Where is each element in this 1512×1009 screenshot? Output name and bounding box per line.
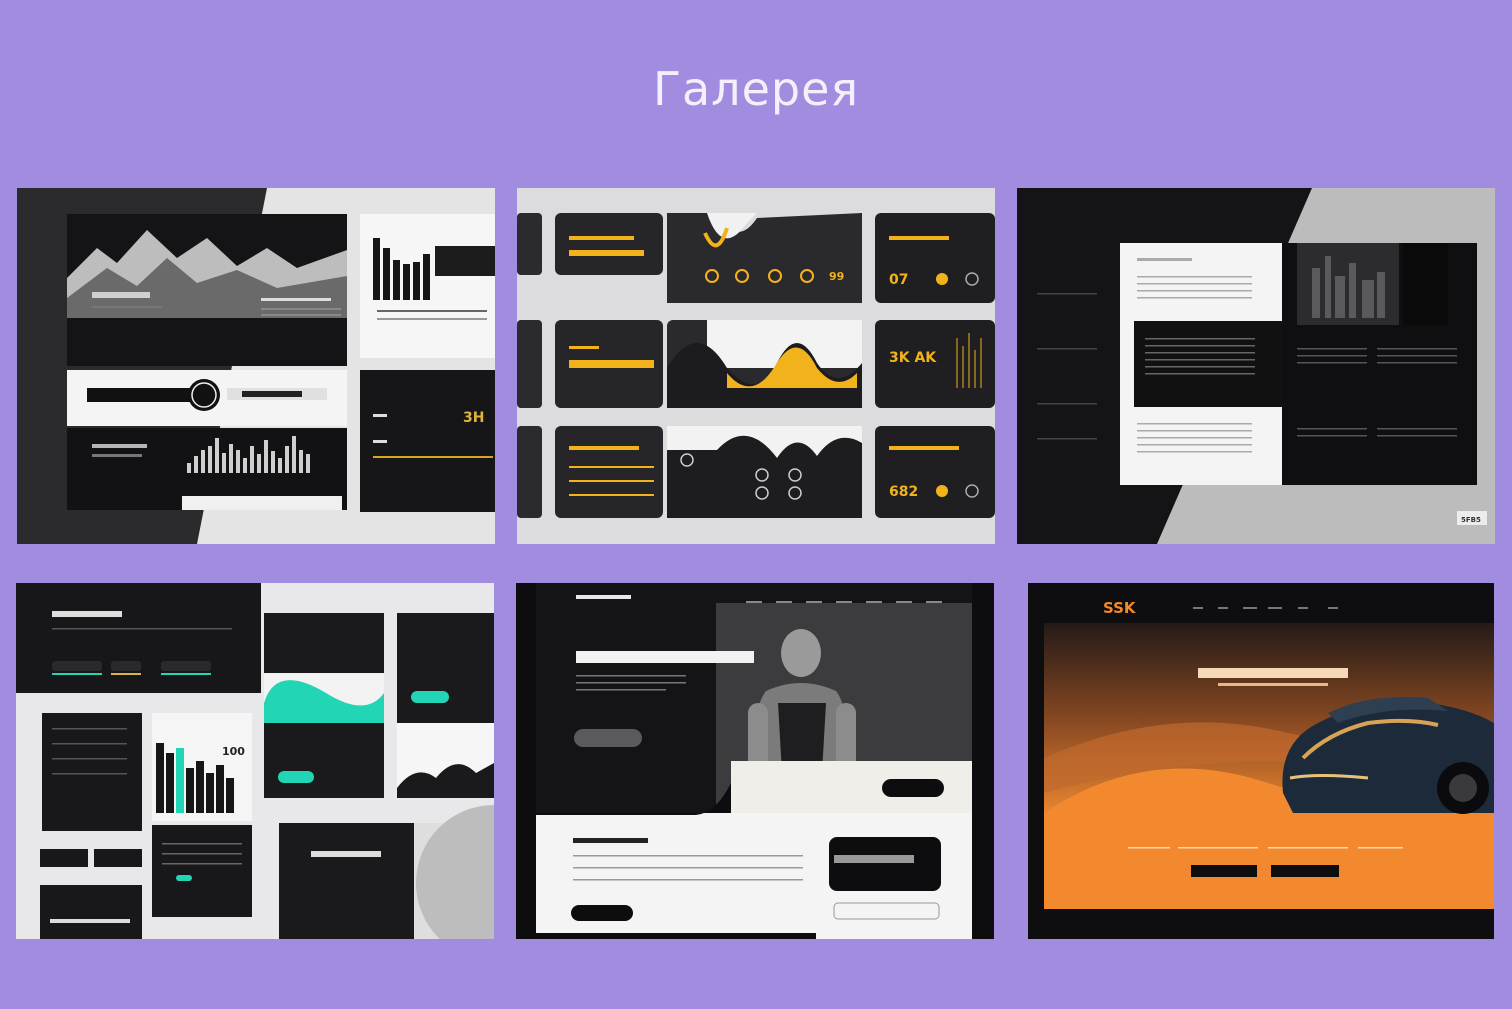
stat-value-2b: 3K AK — [889, 350, 937, 366]
gallery-item-1[interactable]: 3H — [17, 188, 495, 544]
gallery-image-3: 5FB5 — [1017, 188, 1495, 544]
gallery-image-6: SSK — [1028, 583, 1494, 939]
stat-value-1: 3H — [463, 410, 484, 426]
gallery-item-5[interactable] — [516, 583, 994, 939]
gallery-item-4[interactable]: 100 — [16, 583, 494, 939]
stat-value-2d: 99 — [829, 270, 844, 283]
brand-logo: SSK — [1103, 599, 1137, 617]
gallery-image-2: 99 07 3K AK 682 — [517, 188, 995, 544]
gallery-item-2[interactable]: 99 07 3K AK 682 — [517, 188, 995, 544]
page-title: Галерея — [652, 62, 860, 116]
watermark-badge: 5FB5 — [1461, 516, 1481, 524]
gallery-image-1: 3H — [17, 188, 495, 544]
gallery-item-6[interactable]: SSK — [1028, 583, 1494, 939]
stat-value-4: 100 — [222, 745, 245, 758]
gallery-image-5 — [516, 583, 994, 939]
gallery-item-3[interactable]: 5FB5 — [1017, 188, 1495, 544]
gallery-image-4: 100 — [16, 583, 494, 939]
stat-value-2c: 682 — [889, 484, 918, 500]
stat-value-2a: 07 — [889, 272, 908, 288]
